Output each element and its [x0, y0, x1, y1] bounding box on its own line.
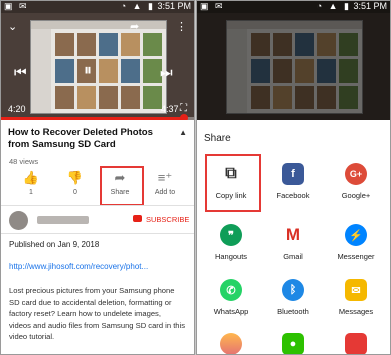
action-bar: 👍 1 👎 0 ➦ Share ≡⁺ Add to: [0, 170, 195, 204]
minimize-chevron-icon[interactable]: ⌄: [8, 20, 17, 33]
copy-link-highlight-box: [205, 154, 261, 212]
description-text: Lost precious pictures from your Samsung…: [9, 286, 186, 341]
share-more-app[interactable]: [326, 333, 386, 355]
dislike-count: 0: [73, 189, 77, 196]
dislike-button[interactable]: 👎 0: [58, 170, 92, 196]
divider: [0, 233, 195, 234]
elapsed-time: 4:20: [8, 104, 26, 114]
google-plus-icon: G+: [345, 163, 367, 185]
share-messenger[interactable]: ⚡ Messenger: [326, 224, 386, 261]
messenger-icon: ⚡: [345, 224, 367, 246]
notification-icons: ▣ ✉: [200, 1, 225, 11]
dim-overlay[interactable]: [196, 0, 391, 120]
share-bluetooth[interactable]: ᛒ Bluetooth: [263, 279, 323, 316]
channel-name-blurred[interactable]: [37, 216, 89, 224]
status-time: 3:51 PM: [157, 1, 191, 11]
status-bar: ▣ ✉ ◔ ▲ ▮ 3:51 PM: [196, 0, 391, 13]
thumbs-down-icon: 👎: [66, 170, 84, 185]
share-whatsapp[interactable]: ✆ WhatsApp: [201, 279, 261, 316]
share-sheet: Share ⧉ Copy link f Facebook G+ Google+ …: [196, 121, 391, 355]
bluetooth-icon: ᛒ: [282, 279, 304, 301]
view-count: 48 views: [9, 157, 39, 166]
collapse-caret-icon[interactable]: ▲: [179, 128, 187, 137]
add-to-button[interactable]: ≡⁺ Add to: [148, 170, 182, 196]
app-label: Gmail: [283, 252, 303, 261]
video-player-dimmed: [196, 0, 391, 120]
app-label: Messages: [338, 307, 374, 316]
app-label: Facebook: [276, 191, 310, 200]
subscribe-button[interactable]: SUBSCRIBE: [146, 215, 189, 224]
video-player[interactable]: ⌄ ➦ ⋮ ⏮ ⏸ ⏭ 4:20 4:37 ⛶: [0, 0, 195, 120]
app-label: WhatsApp: [213, 307, 249, 316]
play-pause-icon[interactable]: ⏸: [84, 62, 92, 80]
description-link[interactable]: http://www.jihosoft.com/recovery/phot...: [9, 262, 148, 271]
facebook-icon: f: [282, 163, 304, 185]
share-arrow-icon[interactable]: ➦: [130, 20, 139, 33]
youtube-play-icon: [133, 215, 142, 222]
share-messages[interactable]: ✉ Messages: [326, 279, 386, 316]
app-label: Google+: [341, 191, 371, 200]
share-more-app[interactable]: [201, 333, 261, 355]
like-button[interactable]: 👍 1: [14, 170, 48, 196]
next-icon[interactable]: ⏭: [160, 64, 173, 81]
app-icon-partial: [220, 333, 242, 355]
signal-icons: ◔ ▲ ▮: [316, 1, 351, 11]
share-more-app[interactable]: ●: [263, 333, 323, 355]
add-to-label: Add to: [154, 189, 176, 196]
channel-row: SUBSCRIBE: [9, 211, 189, 231]
signal-icons: ◔ ▲ ▮: [120, 1, 155, 11]
whatsapp-icon: ✆: [220, 279, 242, 301]
progress-bar[interactable]: [0, 114, 195, 120]
app-icon-partial: [345, 333, 367, 355]
channel-avatar[interactable]: [9, 211, 28, 230]
app-label: Hangouts: [214, 252, 248, 261]
video-frame: [30, 20, 167, 114]
share-gmail[interactable]: M Gmail: [263, 224, 323, 261]
gmail-icon: M: [282, 224, 304, 246]
share-highlight-box: [100, 166, 144, 206]
status-bar: ▣ ✉ ◔ ▲ ▮ 3:51 PM: [0, 0, 195, 13]
fullscreen-icon[interactable]: ⛶: [180, 103, 187, 114]
chat-app-icon: ●: [282, 333, 304, 355]
app-label: Messenger: [337, 252, 375, 261]
more-options-icon[interactable]: ⋮: [176, 20, 187, 33]
previous-icon[interactable]: ⏮: [14, 64, 27, 81]
share-hangouts[interactable]: ❞ Hangouts: [201, 224, 261, 261]
thumbs-up-icon: 👍: [22, 170, 40, 185]
share-facebook[interactable]: f Facebook: [263, 163, 323, 200]
video-duration: 4:37: [161, 104, 179, 114]
playlist-add-icon: ≡⁺: [157, 170, 173, 185]
publish-date: Published on Jan 9, 2018: [9, 240, 100, 249]
like-count: 1: [29, 189, 33, 196]
divider: [0, 205, 195, 206]
app-label: Bluetooth: [277, 307, 309, 316]
video-title: How to Recover Deleted Photos from Samsu…: [8, 127, 153, 150]
video-watch-screen: ⌄ ➦ ⋮ ⏮ ⏸ ⏭ 4:20 4:37 ⛶ ▣ ✉ ◔ ▲ ▮ 3:51 P…: [0, 0, 196, 355]
messages-icon: ✉: [345, 279, 367, 301]
share-sheet-screen: ▣ ✉ ◔ ▲ ▮ 3:51 PM Share ⧉ Copy link f Fa…: [196, 0, 391, 355]
notification-icons: ▣ ✉: [4, 1, 29, 11]
status-time: 3:51 PM: [353, 1, 387, 11]
share-sheet-title: Share: [204, 133, 231, 144]
hangouts-icon: ❞: [220, 224, 242, 246]
share-google-plus[interactable]: G+ Google+: [326, 163, 386, 200]
